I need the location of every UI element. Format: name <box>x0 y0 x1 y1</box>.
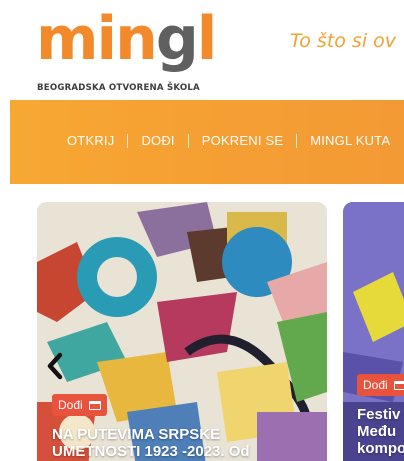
event-slider: Dođi NA PUTEVIMA SRPSKE UMETNOSTI 1923 -… <box>0 202 404 461</box>
calendar-icon <box>88 400 101 410</box>
event-card[interactable]: Dođi NA PUTEVIMA SRPSKE UMETNOSTI 1923 -… <box>37 202 327 461</box>
category-badge[interactable]: Dođi <box>52 394 107 416</box>
category-badge[interactable]: Dođi <box>357 374 404 396</box>
nav-item-otkrij[interactable]: OTKRIJ <box>67 133 114 148</box>
nav-item-mingl-kutak[interactable]: MINGL KUTA <box>310 133 390 148</box>
nav-divider <box>127 133 129 148</box>
nav-divider <box>187 133 189 148</box>
event-card-artwork <box>37 202 327 461</box>
chevron-left-icon[interactable] <box>44 351 66 381</box>
header-tagline: To što si ov <box>290 30 397 52</box>
nav-item-dodji[interactable]: DOĐI <box>141 133 174 148</box>
main-navigation: OTKRIJ DOĐI POKRENI SE MINGL KUTA <box>10 100 404 184</box>
logo-wordmark: mingl <box>36 4 217 74</box>
event-card-title[interactable]: NA PUTEVIMA SRPSKE UMETNOSTI 1923 -2023.… <box>52 426 324 460</box>
nav-divider <box>296 133 298 148</box>
site-logo[interactable]: mingl BEOGRADSKA OTVORENA ŠKOLA <box>36 4 226 96</box>
logo-subtitle: BEOGRADSKA OTVORENA ŠKOLA <box>37 83 200 93</box>
nav-item-pokreni-se[interactable]: POKRENI SE <box>202 133 283 148</box>
event-card[interactable]: Dođi Festiv Među kompo <box>343 202 404 461</box>
top-strip <box>0 0 404 3</box>
event-card-title[interactable]: Festiv Među kompo <box>357 406 404 457</box>
calendar-icon <box>393 380 404 390</box>
